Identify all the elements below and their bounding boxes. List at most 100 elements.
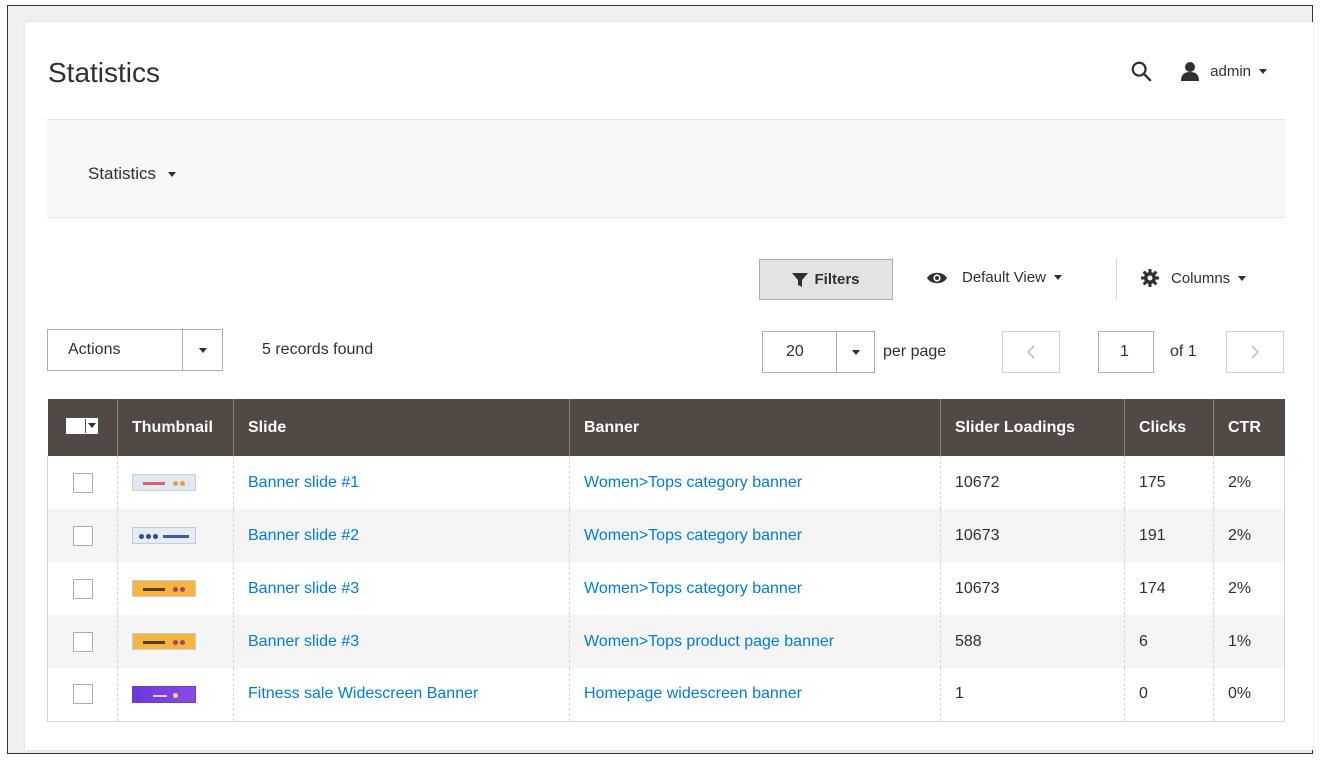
slide-thumbnail[interactable]	[132, 579, 196, 597]
banner-cell: Homepage widescreen banner	[569, 668, 941, 722]
loadings-cell: 588	[940, 615, 1125, 668]
thumbnail-cell	[117, 615, 234, 668]
ctr-cell: 1%	[1213, 615, 1285, 668]
slide-cell: Fitness sale Widescreen Banner	[233, 668, 570, 722]
admin-username: admin	[1210, 62, 1251, 80]
banner-link[interactable]: Women>Tops category banner	[584, 527, 802, 544]
mass-select-checkbox[interactable]	[67, 418, 86, 433]
slide-thumbnail[interactable]	[132, 632, 196, 650]
slide-link[interactable]: Banner slide #2	[248, 527, 359, 544]
banner-link[interactable]: Women>Tops category banner	[584, 580, 802, 597]
row-checkbox[interactable]	[72, 525, 93, 546]
slide-thumbnail[interactable]	[132, 473, 196, 491]
slide-link[interactable]: Banner slide #1	[248, 474, 359, 491]
banner-cell: Women>Tops category banner	[569, 562, 941, 615]
search-icon[interactable]	[1130, 60, 1152, 82]
thumbnail-dot	[180, 480, 185, 486]
header-thumbnail[interactable]: Thumbnail	[117, 399, 234, 456]
banner-link[interactable]: Women>Tops product page banner	[584, 633, 834, 650]
chevron-down-icon	[1238, 275, 1247, 281]
grid-body: Banner slide #1 Women>Tops category bann…	[47, 456, 1285, 722]
previous-page-button[interactable]	[1002, 331, 1060, 373]
slide-link[interactable]: Banner slide #3	[248, 633, 359, 650]
mass-select-header[interactable]	[47, 399, 118, 456]
page-number-input[interactable]	[1098, 331, 1154, 373]
header-slide[interactable]: Slide	[233, 399, 570, 456]
next-page-button[interactable]	[1226, 331, 1284, 373]
header-banner[interactable]: Banner	[569, 399, 941, 456]
page-title: Statistics	[48, 57, 161, 88]
mass-actions-label: Actions	[68, 341, 121, 358]
header-ctr[interactable]: CTR	[1213, 399, 1285, 456]
toolbar-divider	[1116, 258, 1117, 300]
table-row: Banner slide #2 Women>Tops category bann…	[47, 509, 1285, 562]
statistics-grid: Thumbnail Slide Banner Slider Loadings C…	[47, 399, 1285, 722]
mass-select-control[interactable]	[66, 417, 99, 434]
grid-header-row: Thumbnail Slide Banner Slider Loadings C…	[47, 399, 1285, 456]
slide-link[interactable]: Fitness sale Widescreen Banner	[248, 685, 478, 702]
admin-user-menu[interactable]: admin	[1180, 61, 1267, 81]
row-select-cell	[47, 615, 118, 668]
page-container: Statistics admin Statistics Filters Defa…	[17, 16, 1305, 744]
default-view-button[interactable]: Default View	[926, 269, 1062, 286]
mass-select-dropdown[interactable]	[85, 418, 98, 433]
mass-actions-arrow	[182, 330, 222, 370]
row-select-cell	[47, 562, 118, 615]
slide-cell: Banner slide #1	[233, 456, 570, 509]
per-page-value: 20	[786, 343, 804, 360]
chevron-right-icon	[1251, 345, 1260, 359]
thumbnail-dot	[173, 692, 178, 698]
thumbnail-dot	[173, 586, 178, 592]
clicks-cell: 0	[1124, 668, 1214, 722]
table-row: Banner slide #1 Women>Tops category bann…	[47, 456, 1285, 509]
row-checkbox[interactable]	[72, 684, 93, 705]
page-total: of 1	[1170, 343, 1197, 360]
slide-cell: Banner slide #2	[233, 509, 570, 562]
table-row: Fitness sale Widescreen Banner Homepage …	[47, 668, 1285, 722]
slide-thumbnail[interactable]	[132, 685, 196, 703]
header-clicks[interactable]: Clicks	[1124, 399, 1214, 456]
chevron-left-icon	[1026, 345, 1035, 359]
header-actions: admin	[1130, 60, 1267, 82]
banner-link[interactable]: Women>Tops category banner	[584, 474, 802, 491]
thumbnail-cell	[117, 562, 234, 615]
thumbnail-dot	[139, 533, 144, 539]
per-page-arrow	[836, 332, 874, 372]
row-checkbox[interactable]	[72, 631, 93, 652]
per-page-select[interactable]: 20	[762, 331, 875, 373]
filter-icon	[792, 272, 809, 287]
banner-link[interactable]: Homepage widescreen banner	[584, 685, 802, 702]
slide-cell: Banner slide #3	[233, 562, 570, 615]
banner-cell: Women>Tops product page banner	[569, 615, 941, 668]
loadings-cell: 1	[940, 668, 1125, 722]
row-checkbox[interactable]	[72, 578, 93, 599]
loadings-cell: 10673	[940, 509, 1125, 562]
chevron-down-icon	[1259, 68, 1267, 74]
thumbnail-dot	[173, 639, 178, 645]
ctr-cell: 2%	[1228, 473, 1252, 491]
row-select-cell	[47, 668, 118, 722]
row-checkbox[interactable]	[72, 472, 93, 493]
loadings-cell: 10672	[940, 456, 1125, 509]
thumbnail-bar	[153, 694, 167, 697]
columns-button[interactable]: Columns	[1141, 269, 1247, 287]
default-view-label: Default View	[962, 269, 1046, 286]
row-select-cell	[47, 509, 118, 562]
filters-label: Filters	[814, 271, 860, 288]
table-row: Banner slide #3 Women>Tops product page …	[47, 615, 1285, 668]
store-switcher-button[interactable]: Statistics	[88, 164, 177, 184]
user-icon	[1181, 62, 1200, 81]
thumbnail-bar	[163, 534, 189, 538]
thumbnail-dot	[146, 533, 151, 539]
chevron-down-icon	[198, 347, 207, 353]
filters-button[interactable]: Filters	[759, 259, 893, 300]
banner-cell: Women>Tops category banner	[569, 456, 941, 509]
header-slider-loadings[interactable]: Slider Loadings	[940, 399, 1125, 456]
chevron-down-icon	[1053, 275, 1062, 280]
clicks-cell: 174	[1124, 562, 1214, 615]
columns-label: Columns	[1171, 269, 1231, 287]
slide-thumbnail[interactable]	[132, 526, 196, 544]
mass-actions-select[interactable]: Actions	[47, 329, 223, 371]
slide-link[interactable]: Banner slide #3	[248, 580, 359, 597]
row-select-cell	[47, 456, 118, 509]
